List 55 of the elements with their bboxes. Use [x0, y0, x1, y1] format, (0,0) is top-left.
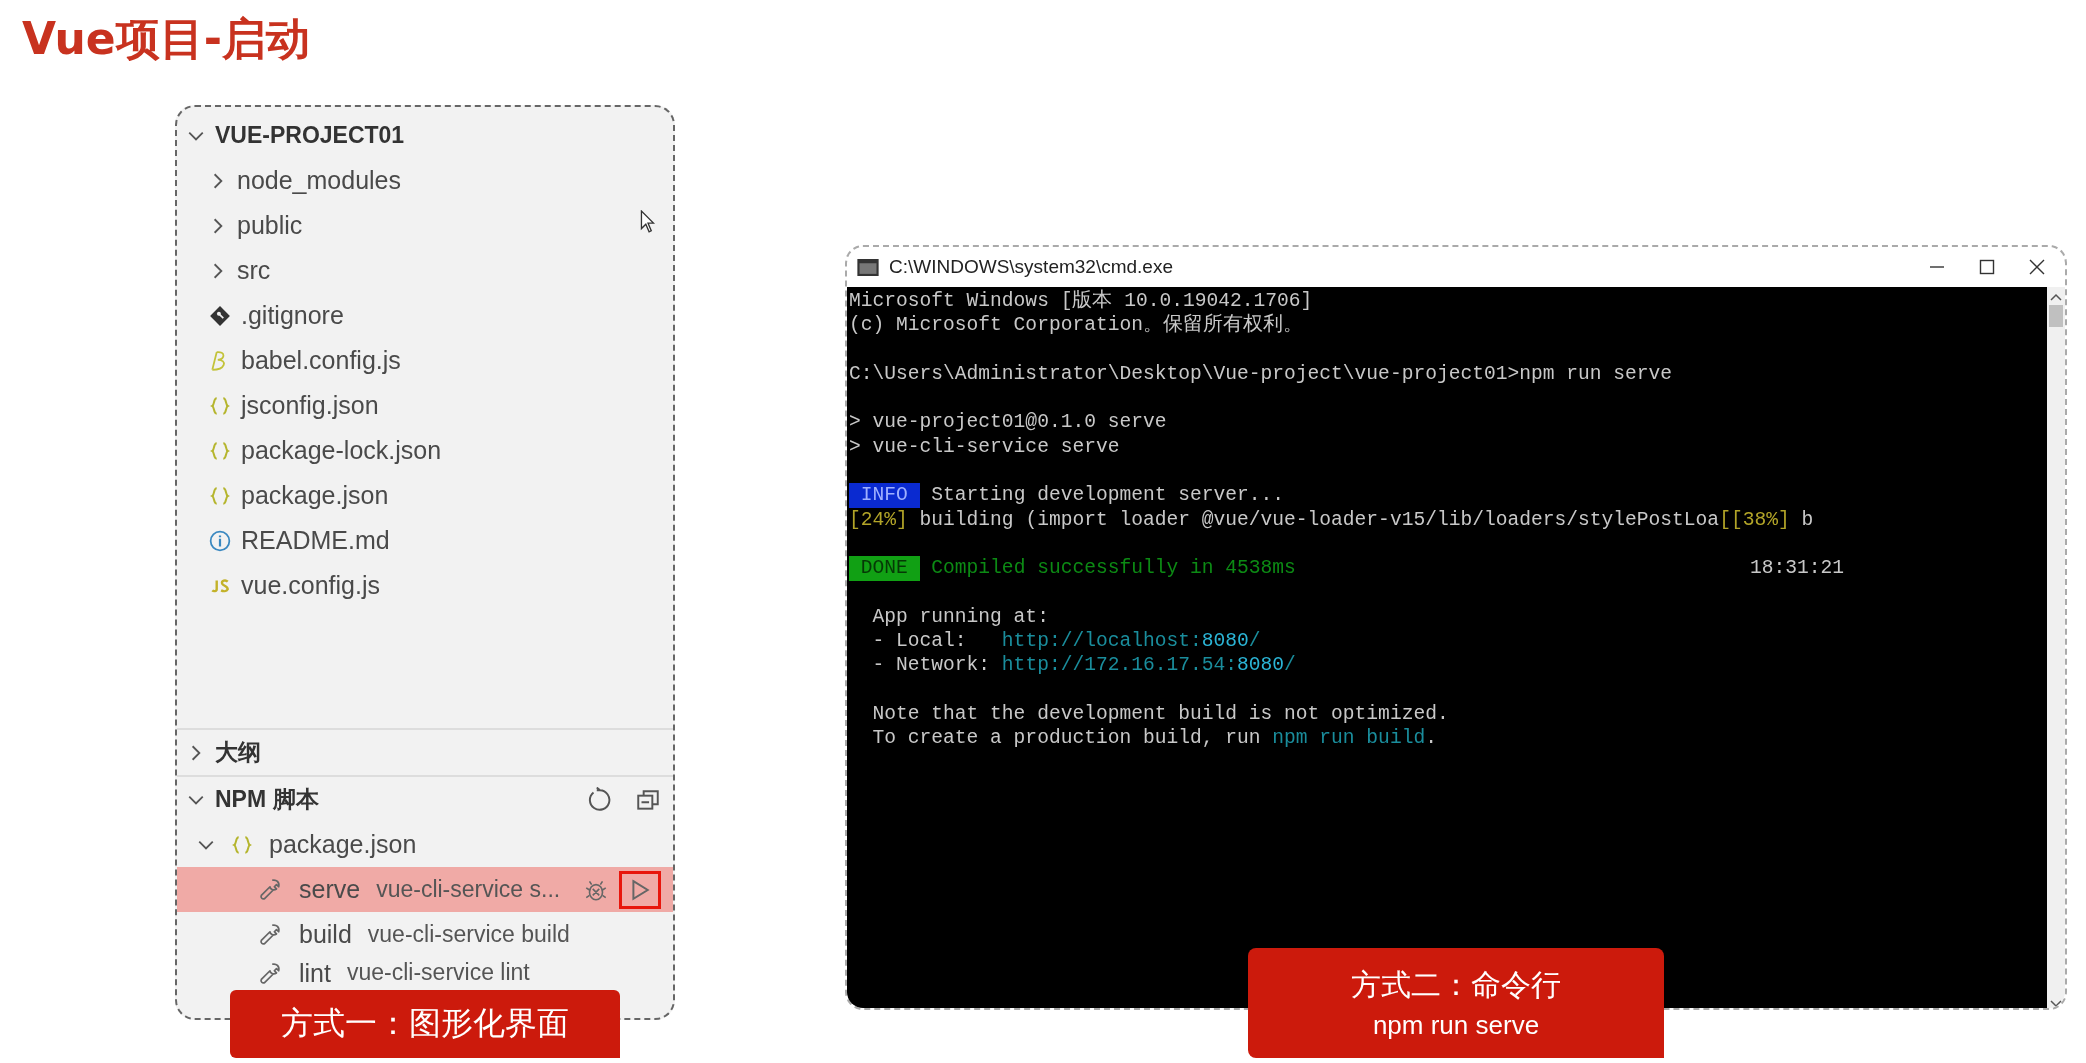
terminal-line: DONE Compiled successfully in 4538ms 18:31:21 — [849, 556, 1844, 581]
console-icon — [857, 258, 879, 276]
section-title[interactable]: 大纲 — [215, 737, 261, 768]
file-name[interactable]: package.json — [269, 830, 417, 859]
terminal-line: C:\Users\Administrator\Desktop\Vue-project\vue-project01>npm run serve — [849, 361, 1674, 387]
scrollbar[interactable] — [2047, 287, 2065, 1008]
play-icon — [629, 878, 651, 901]
diamond-icon — [209, 304, 231, 327]
folder-name[interactable]: src — [237, 256, 271, 285]
info-icon — [209, 529, 231, 552]
script-item[interactable]: lint vue-cli-service lint — [177, 957, 673, 990]
wrench-icon — [257, 876, 283, 903]
terminal-line: - Local: http://localhost:8080/ — [871, 629, 1262, 654]
terminal-line: App running at: — [871, 604, 1050, 630]
window-title: C:\WINDOWS\system32\cmd.exe — [889, 256, 1173, 278]
caption-command: npm run serve — [1372, 1010, 1540, 1041]
scroll-down-icon[interactable] — [2050, 1000, 2062, 1008]
file-name[interactable]: .gitignore — [241, 301, 344, 330]
script-item[interactable]: serve vue-cli-service s... — [177, 867, 673, 912]
caption-title: 方式二：命令行 — [1351, 966, 1561, 1004]
file-name[interactable]: jsconfig.json — [241, 391, 379, 420]
terminal-line: > vue-cli-service serve — [849, 434, 1121, 460]
scroll-thumb[interactable] — [2049, 305, 2063, 327]
maximize-icon[interactable] — [1979, 259, 1995, 275]
wrench-icon — [257, 961, 283, 987]
file-name[interactable]: babel.config.js — [241, 346, 401, 375]
file-name[interactable]: README.md — [241, 526, 390, 555]
slide-title: Vue项目-启动 — [22, 12, 310, 66]
folder-name[interactable]: node_modules — [237, 166, 401, 195]
file-name[interactable]: package.json — [241, 481, 389, 510]
refresh-icon[interactable] — [587, 786, 613, 813]
terminal-line: Note that the development build is not optimized. — [871, 702, 1450, 727]
wrench-icon — [257, 921, 283, 948]
terminal-line: [24%] building (import loader @vue/vue-loader-v15/lib/loaders/stylePostLoa[[38%] b — [849, 507, 1815, 532]
braces-icon — [231, 833, 253, 856]
terminal-line: INFO Starting development server... — [849, 483, 2047, 508]
run-button[interactable] — [619, 870, 661, 909]
terminal-line: To create a production build, run npm run build. — [871, 726, 1438, 751]
section-title[interactable]: NPM 脚本 — [215, 784, 319, 815]
terminal-line: Microsoft Windows [版本 10.0.19042.1706] — [849, 289, 1314, 313]
file-name[interactable]: vue.config.js — [241, 571, 380, 600]
close-icon[interactable] — [2029, 259, 2045, 275]
file-name[interactable]: package-lock.json — [241, 436, 442, 465]
script-item[interactable]: build vue-cli-service build — [177, 912, 673, 957]
caption-label: 方式一：图形化界面 — [230, 990, 620, 1058]
mouse-pointer-icon — [640, 210, 656, 234]
braces-icon — [209, 439, 231, 462]
terminal-line: (c) Microsoft Corporation。保留所有权利。 — [849, 313, 1304, 338]
scroll-up-icon[interactable] — [2050, 293, 2062, 301]
terminal-line: - Network: http://172.16.17.54:8080/ — [871, 653, 1297, 678]
terminal-line: > vue-project01@0.1.0 serve — [849, 410, 1168, 435]
folder-name[interactable]: public — [237, 211, 303, 240]
project-title[interactable]: VUE-PROJECT01 — [215, 122, 405, 149]
braces-icon — [209, 484, 231, 507]
braces-icon — [209, 394, 231, 417]
